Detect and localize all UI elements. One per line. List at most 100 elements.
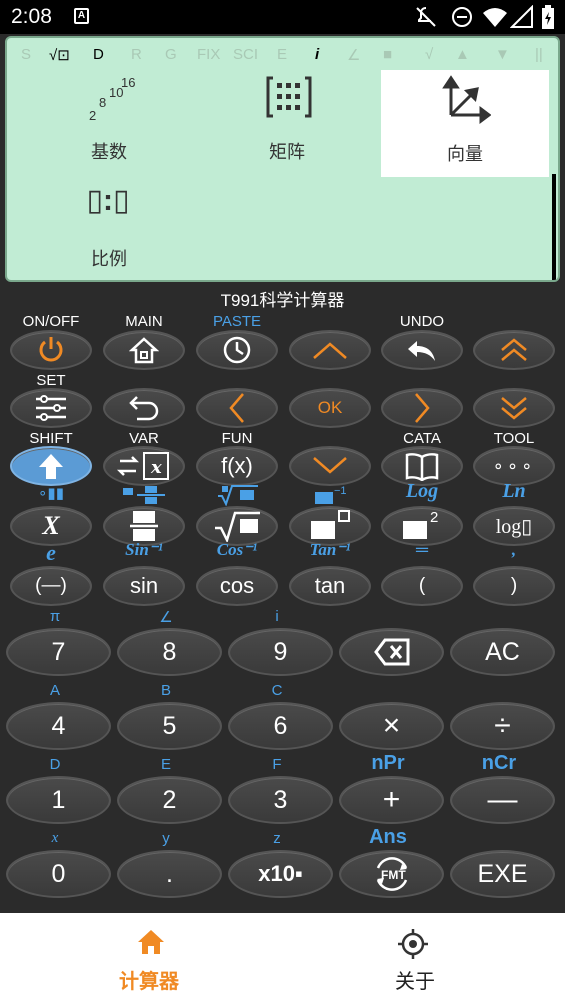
sin-button-text: sin <box>129 573 159 598</box>
num-shift-label-row2-2: C <box>271 682 283 699</box>
key-6[interactable]: 6 <box>228 702 333 750</box>
bottom-navigation: 计算器 关于 <box>0 913 565 1001</box>
nav-about[interactable]: 关于 <box>274 913 556 1001</box>
num-shift-label-row1-1: ∠ <box>159 609 173 626</box>
setup-button[interactable] <box>10 388 92 428</box>
key-8-text: 8 <box>162 637 177 666</box>
key-shift-label-r5-1: Sin⁻¹ <box>125 540 163 559</box>
format-cycle-icon: FMT <box>376 857 407 891</box>
delete-button[interactable] <box>339 628 444 676</box>
key-label-r3-2: FUN <box>221 430 253 447</box>
key-1[interactable]: 1 <box>6 776 111 824</box>
key-2[interactable]: 2 <box>117 776 222 824</box>
menu-item-matrix[interactable]: 矩阵 <box>203 68 371 175</box>
indicator: SCI <box>233 46 259 63</box>
decimal-button[interactable]: . <box>117 850 222 898</box>
format-button[interactable]: FMT <box>339 850 444 898</box>
key-3[interactable]: 3 <box>228 776 333 824</box>
back-button[interactable] <box>103 388 185 428</box>
num-shift-label-row3-2: F <box>272 756 282 773</box>
multiply-button-text: × <box>382 709 401 742</box>
wifi-icon <box>483 8 507 27</box>
plus-button[interactable]: + <box>339 776 444 824</box>
undo-button[interactable] <box>381 330 463 370</box>
menu-item-vector[interactable]: 向量 <box>381 70 549 177</box>
key-0[interactable]: 0 <box>6 850 111 898</box>
home-icon <box>129 337 159 364</box>
indicator: FIX <box>197 46 221 63</box>
power-button[interactable] <box>10 330 92 370</box>
key-2-text: 2 <box>162 785 177 814</box>
indicator: || <box>535 46 543 63</box>
key-label-4: UNDO <box>399 313 445 330</box>
page-up-button[interactable] <box>473 330 555 370</box>
var-button[interactable]: x <box>103 446 185 486</box>
ok-button[interactable]: OK <box>289 388 371 428</box>
menu-item-ratio[interactable]: ▯:▯ 比例 <box>25 175 193 280</box>
num-shift-label-row4-3: Ans <box>369 826 407 848</box>
right-arrow-icon <box>415 393 430 423</box>
indicator: √⊡ <box>49 47 70 64</box>
negative-button[interactable]: (—) <box>10 566 92 606</box>
close-paren-button[interactable]: ) <box>473 566 555 606</box>
power-square-icon <box>311 510 350 539</box>
all-clear-button[interactable]: AC <box>450 628 555 676</box>
left-button[interactable] <box>196 388 278 428</box>
key-6-text: 6 <box>273 711 288 740</box>
minus-button[interactable]: — <box>450 776 555 824</box>
paste-button[interactable] <box>196 330 278 370</box>
fraction-shift-icon <box>123 486 165 504</box>
right-button[interactable] <box>381 388 463 428</box>
power-icon <box>39 337 63 362</box>
exponent-button[interactable]: x10▪ <box>228 850 333 898</box>
battery-icon <box>542 5 554 29</box>
shift-button[interactable] <box>10 446 92 486</box>
cos-button[interactable]: cos <box>196 566 278 606</box>
menu-item-base[interactable]: 2 8 10 16 基数 <box>25 68 193 175</box>
key-4-text: 4 <box>51 711 66 740</box>
function-button[interactable]: f(x) <box>196 446 278 486</box>
root-shift-icon <box>218 485 258 507</box>
indicator: ∠ <box>347 47 361 64</box>
key-label-2: PASTE <box>212 313 262 330</box>
key-4[interactable]: 4 <box>6 702 111 750</box>
num-shift-label-row1-2: i <box>275 608 279 625</box>
accessibility-icon: A <box>74 8 89 24</box>
matrix-icon <box>266 76 312 118</box>
base-digit-2: 2 <box>89 108 97 123</box>
key-7[interactable]: 7 <box>6 628 111 676</box>
execute-button-text: EXE <box>477 859 528 888</box>
ratio-icon: ▯:▯ <box>86 184 130 217</box>
open-paren-button[interactable]: ( <box>381 566 463 606</box>
down-button[interactable] <box>289 446 371 486</box>
up-button[interactable] <box>289 330 371 370</box>
tan-button[interactable]: tan <box>289 566 371 606</box>
menu-label-vector: 向量 <box>447 144 483 164</box>
key-9[interactable]: 9 <box>228 628 333 676</box>
num-shift-label-row4-1: y <box>162 830 170 847</box>
page-down-button[interactable] <box>473 388 555 428</box>
nav-calculator[interactable]: 计算器 <box>8 913 290 1001</box>
key-5-text: 5 <box>162 711 177 740</box>
log-base-button-text: log▯ <box>495 515 533 538</box>
fraction-icon <box>130 511 158 541</box>
indicator: E <box>277 46 288 63</box>
clock-icon <box>223 336 251 364</box>
key-8[interactable]: 8 <box>117 628 222 676</box>
backspace-icon <box>373 638 409 666</box>
notifications-off-icon <box>416 7 436 27</box>
calculator-display: S √⊡ D R G FIX SCI Ei ∠ ■ √ ▲ ▼ || 2 8 10 16 基数 矩阵 向量 <box>5 36 560 282</box>
close-paren-button-text: ) <box>510 575 518 596</box>
book-icon <box>405 453 439 481</box>
indicator: ▲ <box>455 46 470 63</box>
key-shift-label-0: ∘▮▮ <box>38 485 64 502</box>
execute-button[interactable]: EXE <box>450 850 555 898</box>
sin-button[interactable]: sin <box>103 566 185 606</box>
svg-text:2: 2 <box>430 509 438 526</box>
key-5[interactable]: 5 <box>117 702 222 750</box>
divide-button[interactable]: ÷ <box>450 702 555 750</box>
multiply-button[interactable]: × <box>339 702 444 750</box>
menu-label-matrix: 矩阵 <box>269 142 305 162</box>
key-9-text: 9 <box>273 637 288 666</box>
main-button[interactable] <box>103 330 185 370</box>
